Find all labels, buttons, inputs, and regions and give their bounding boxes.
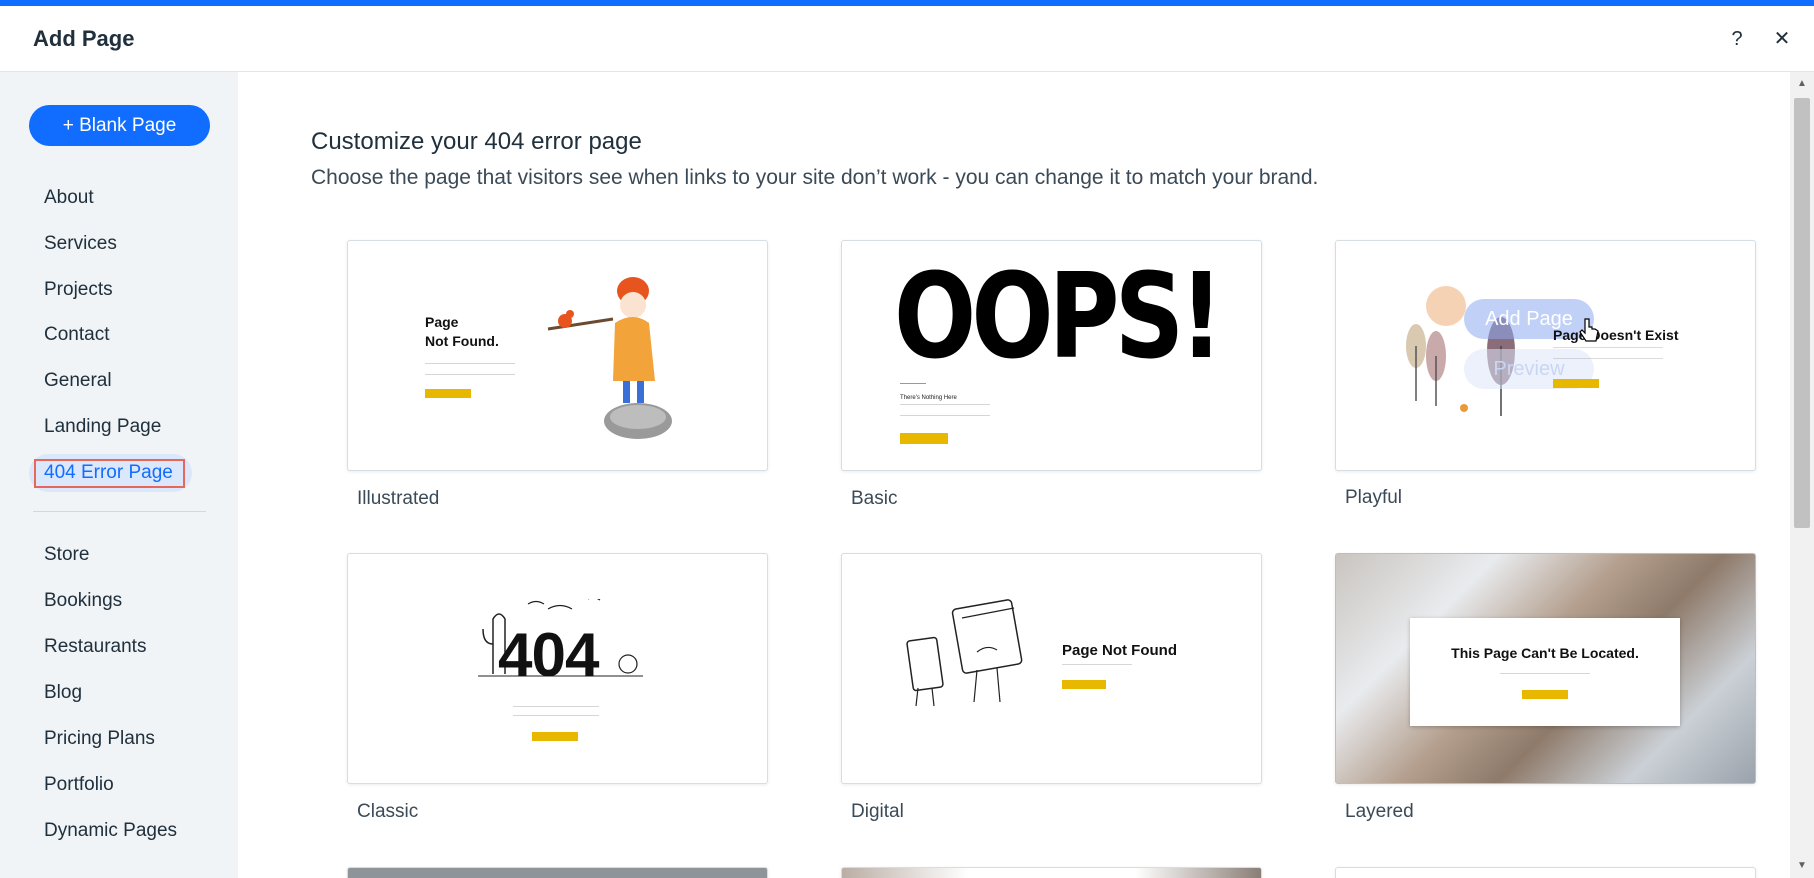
- template-label-digital: Digital: [851, 801, 904, 822]
- template-card-illustrated[interactable]: Page Not Found.: [347, 240, 768, 471]
- preview-text-lines: [513, 706, 599, 716]
- blank-page-button[interactable]: + Blank Page: [29, 105, 210, 146]
- preview-button: [1062, 680, 1106, 689]
- close-icon[interactable]: ✕: [1769, 26, 1795, 52]
- sidebar-item-store[interactable]: Store: [44, 540, 89, 570]
- main-panel: Customize your 404 error page Choose the…: [238, 72, 1790, 878]
- page-subtitle: Choose the page that visitors see when l…: [311, 166, 1319, 189]
- sidebar-item-services[interactable]: Services: [44, 229, 117, 259]
- preview-content-box: This Page Can't Be Located.: [1410, 618, 1680, 726]
- template-card-basic[interactable]: OOPS! There's Nothing Here: [841, 240, 1262, 471]
- preview-title: 404: [498, 621, 599, 690]
- sidebar-item-restaurants[interactable]: Restaurants: [44, 632, 146, 662]
- template-label-illustrated: Illustrated: [357, 488, 440, 509]
- sidebar-divider: [33, 511, 206, 512]
- girl-illustration-icon: [547, 277, 672, 439]
- preview-button: [1522, 690, 1568, 699]
- template-card-playful[interactable]: Add Page Preview Page Doesn't Exist: [1335, 240, 1756, 471]
- template-label-basic: Basic: [851, 488, 898, 509]
- preview-text-lines: [425, 363, 515, 375]
- scroll-thumb[interactable]: [1794, 98, 1810, 528]
- preview-button: [532, 732, 578, 741]
- page-title: Customize your 404 error page: [311, 128, 642, 155]
- scrollbar[interactable]: ▲ ▼: [1790, 72, 1814, 878]
- preview-button: [900, 433, 948, 444]
- template-card-next-1[interactable]: [347, 867, 768, 878]
- sidebar-item-about[interactable]: About: [44, 183, 94, 213]
- preview-title: Page Doesn't Exist: [1553, 327, 1679, 343]
- help-icon[interactable]: ?: [1724, 26, 1750, 52]
- preview-title: Page Not Found: [1062, 642, 1177, 659]
- dialog-title: Add Page: [33, 26, 135, 51]
- sidebar-item-bookings[interactable]: Bookings: [44, 586, 122, 616]
- dialog-header: Add Page ? ✕: [0, 6, 1814, 72]
- preview-text-lines: [1062, 664, 1132, 668]
- template-card-classic[interactable]: 404: [347, 553, 768, 784]
- preview-title: OOPS!: [894, 247, 1224, 385]
- scroll-up-arrow-icon[interactable]: ▲: [1790, 76, 1814, 92]
- sidebar: + Blank Page About Services Projects Con…: [0, 72, 238, 878]
- sidebar-item-portfolio[interactable]: Portfolio: [44, 770, 114, 800]
- preview-subtitle: There's Nothing Here: [900, 395, 957, 401]
- scroll-down-arrow-icon[interactable]: ▼: [1790, 858, 1814, 874]
- sidebar-item-landing-page[interactable]: Landing Page: [44, 412, 161, 442]
- hand-cursor-icon: [1579, 318, 1599, 342]
- preview-divider: [900, 383, 926, 384]
- template-card-digital[interactable]: Page Not Found: [841, 553, 1262, 784]
- sidebar-item-general[interactable]: General: [44, 366, 112, 396]
- sidebar-item-404-error-page[interactable]: 404 Error Page: [44, 458, 173, 488]
- sidebar-item-dynamic-pages[interactable]: Dynamic Pages: [44, 816, 177, 846]
- template-label-layered: Layered: [1345, 801, 1414, 822]
- sidebar-item-pricing-plans[interactable]: Pricing Plans: [44, 724, 155, 754]
- preview-button: [425, 389, 471, 398]
- template-card-next-3[interactable]: [1335, 867, 1756, 878]
- template-label-classic: Classic: [357, 801, 419, 822]
- sidebar-item-projects[interactable]: Projects: [44, 275, 113, 305]
- template-card-next-2[interactable]: [841, 867, 1262, 878]
- preview-text-lines: [1500, 673, 1590, 676]
- preview-title: This Page Can't Be Located.: [1451, 645, 1639, 661]
- preview-text-lines: [1553, 347, 1663, 359]
- template-card-layered[interactable]: This Page Can't Be Located.: [1335, 553, 1756, 784]
- sidebar-item-blog[interactable]: Blog: [44, 678, 82, 708]
- devices-illustration-icon: [906, 599, 1023, 707]
- preview-button: [1553, 379, 1599, 388]
- sidebar-item-contact[interactable]: Contact: [44, 320, 109, 350]
- preview-text-lines: [900, 404, 990, 416]
- template-label-playful: Playful: [1345, 487, 1403, 508]
- preview-title: Page Not Found.: [425, 314, 499, 349]
